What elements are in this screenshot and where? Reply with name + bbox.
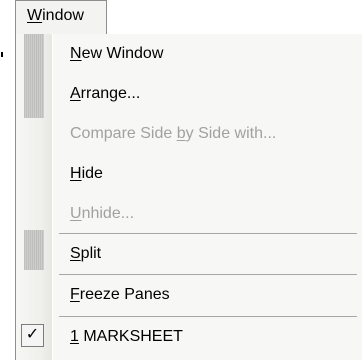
menu-item-split[interactable]: Split [53,234,361,274]
icon-strip-shade-top [24,34,44,118]
menu-icon-strip: ✓ [16,34,53,360]
sheet-edge [0,0,15,360]
excel-window-menu-screenshot: Window ✓ New Window Arrange... Compare S… [0,0,362,360]
window-menu-accelerator: W [27,7,43,24]
window-menu-title-rest: indow [42,7,84,24]
icon-strip-shade-split [24,230,44,270]
menu-item-arrange[interactable]: Arrange... [53,74,361,114]
window-menu-button[interactable]: Window [15,0,107,34]
menu-bar: Window [0,0,362,34]
check-icon: ✓ [21,324,44,347]
menu-item-unhide[interactable]: Unhide... [53,194,361,234]
menu-item-hide[interactable]: Hide [53,154,361,194]
menu-item-freeze-panes[interactable]: Freeze Panes [53,275,361,315]
window-menu-dropdown: ✓ New Window Arrange... Compare Side by … [15,34,362,360]
sheet-edge-tick [1,52,3,57]
menu-item-compare-side-by-side[interactable]: Compare Side by Side with... [53,114,361,154]
menu-item-new-window[interactable]: New Window [53,34,361,74]
menu-item-marksheet[interactable]: 1 MARKSHEET [53,317,361,357]
